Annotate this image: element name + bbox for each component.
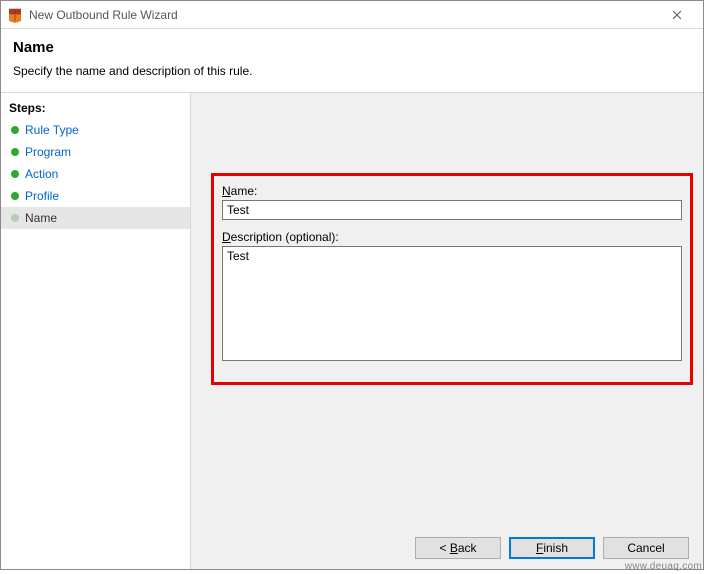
window-title: New Outbound Rule Wizard [29, 8, 178, 22]
step-action[interactable]: Action [1, 163, 190, 185]
wizard-header: Name Specify the name and description of… [1, 29, 703, 93]
content-pane: Name: Description (optional): Test < Bac… [191, 93, 703, 569]
wizard-buttons: < Back Finish Cancel [415, 537, 689, 559]
step-bullet-icon [11, 192, 19, 200]
step-program[interactable]: Program [1, 141, 190, 163]
step-label: Name [25, 211, 57, 225]
step-name[interactable]: Name [1, 207, 190, 229]
wizard-body: Steps: Rule Type Program Action Profile … [1, 93, 703, 569]
step-label: Program [25, 145, 71, 159]
step-label: Action [25, 167, 58, 181]
wizard-window: New Outbound Rule Wizard Name Specify th… [0, 0, 704, 570]
step-profile[interactable]: Profile [1, 185, 190, 207]
description-input[interactable]: Test [222, 246, 682, 361]
description-row: Description (optional): Test [222, 230, 682, 364]
step-bullet-icon [11, 170, 19, 178]
step-label: Rule Type [25, 123, 79, 137]
firewall-icon [7, 7, 23, 23]
name-label: Name: [222, 184, 682, 198]
name-input[interactable] [222, 200, 682, 220]
step-bullet-icon [11, 214, 19, 222]
close-button[interactable] [657, 5, 697, 25]
step-rule-type[interactable]: Rule Type [1, 119, 190, 141]
page-title: Name [13, 39, 691, 56]
step-label: Profile [25, 189, 59, 203]
watermark: www.deuaq.com [625, 561, 702, 572]
titlebar: New Outbound Rule Wizard [1, 1, 703, 29]
cancel-button[interactable]: Cancel [603, 537, 689, 559]
step-bullet-icon [11, 148, 19, 156]
finish-button[interactable]: Finish [509, 537, 595, 559]
steps-sidebar: Steps: Rule Type Program Action Profile … [1, 93, 191, 569]
step-bullet-icon [11, 126, 19, 134]
steps-header: Steps: [1, 97, 190, 119]
form-panel: Name: Description (optional): Test [211, 173, 693, 385]
page-subtitle: Specify the name and description of this… [13, 64, 691, 78]
name-row: Name: [222, 184, 682, 220]
back-button[interactable]: < Back [415, 537, 501, 559]
description-label: Description (optional): [222, 230, 682, 244]
